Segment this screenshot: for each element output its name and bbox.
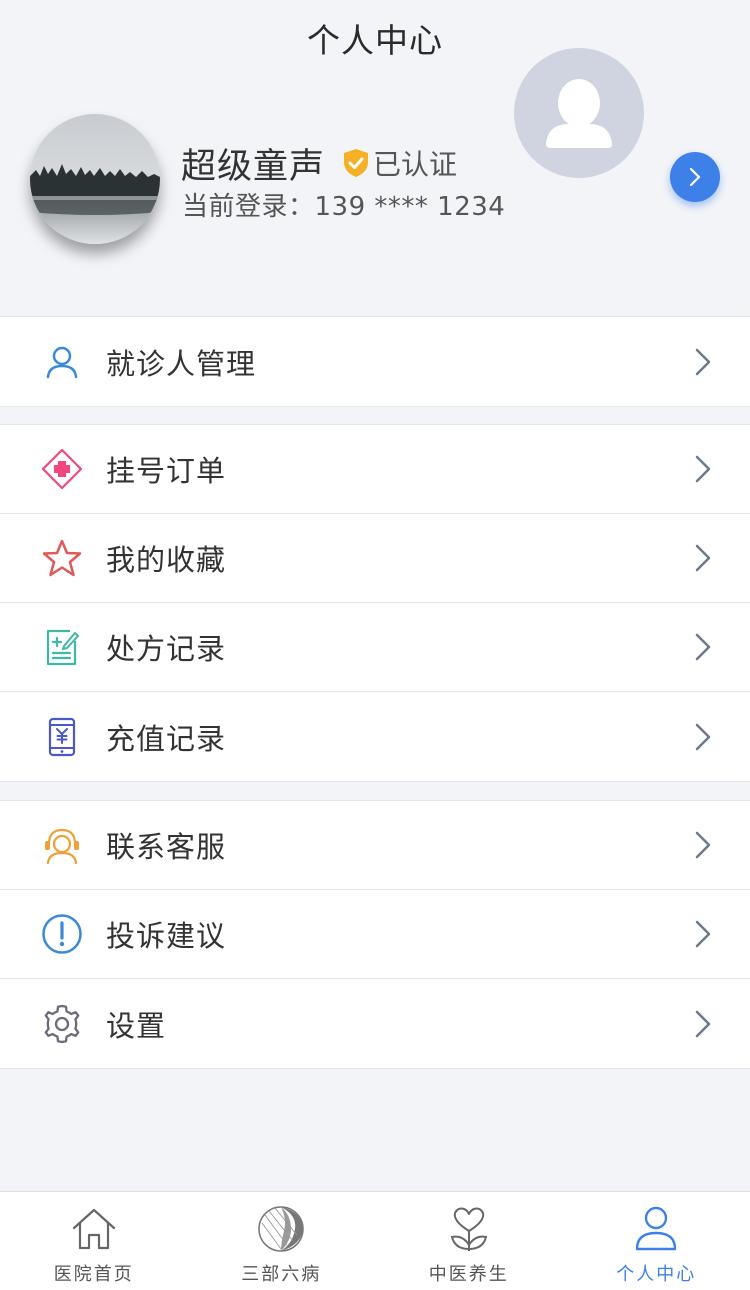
user-name: 超级童声 — [181, 147, 326, 187]
verified-label: 已认证 — [373, 148, 458, 181]
menu-group-records: 挂号订单 我的收藏 处方记录 充值记录 — [0, 424, 750, 782]
menu-item-label: 投诉建议 — [106, 919, 227, 953]
chevron-right-icon — [695, 544, 711, 572]
menu-item-complaints[interactable]: 投诉建议 — [0, 890, 750, 979]
chevron-right-icon — [695, 920, 711, 948]
menu-item-prescriptions[interactable]: 处方记录 — [0, 603, 750, 692]
heart-plant-icon — [444, 1204, 494, 1254]
shield-check-icon — [344, 149, 368, 177]
person-placeholder-icon — [546, 79, 612, 148]
chevron-right-icon — [695, 455, 711, 483]
menu-item-label: 设置 — [106, 1008, 167, 1043]
personal-center-page: 个人中心 超级童声 已认证 当前登录：139 **** 1234 就诊人管理 挂… — [0, 0, 750, 1290]
page-title: 个人中心 — [307, 21, 443, 60]
tab-three-parts-six-diseases[interactable]: 三部六病 — [188, 1192, 376, 1290]
menu-item-label: 就诊人管理 — [106, 346, 257, 381]
tab-label: 三部六病 — [241, 1264, 322, 1285]
tab-label: 医院首页 — [53, 1264, 134, 1285]
person-icon — [631, 1204, 681, 1254]
menu-item-registration-orders[interactable]: 挂号订单 — [0, 425, 750, 514]
phone-yuan-icon — [40, 715, 84, 759]
menu-item-label: 处方记录 — [106, 632, 227, 666]
menu-group-support: 联系客服 投诉建议 设置 — [0, 800, 750, 1069]
avatar[interactable] — [30, 114, 160, 244]
chevron-right-icon — [689, 167, 701, 187]
bottom-tab-bar: 医院首页 三部六病 中医养生 个人中心 — [0, 1191, 750, 1290]
home-icon — [69, 1204, 119, 1254]
exclamation-icon — [40, 912, 84, 956]
menu-item-recharge-records[interactable]: 充值记录 — [0, 692, 750, 781]
medical-cross-icon — [40, 447, 84, 491]
gear-icon — [40, 1002, 84, 1046]
headset-icon — [40, 823, 84, 867]
login-info: 当前登录：139 **** 1234 — [182, 192, 506, 222]
prescription-icon — [40, 625, 84, 669]
menu-item-customer-service[interactable]: 联系客服 — [0, 801, 750, 890]
tab-label: 中医养生 — [428, 1264, 509, 1285]
profile-detail-button[interactable] — [670, 152, 720, 202]
chevron-right-icon — [695, 831, 711, 859]
tab-tcm-wellness[interactable]: 中医养生 — [375, 1192, 563, 1290]
chevron-right-icon — [695, 348, 711, 375]
menu-item-favorites[interactable]: 我的收藏 — [0, 514, 750, 603]
landscape-photo — [30, 114, 160, 244]
menu-group-patients: 就诊人管理 — [0, 316, 750, 407]
leaf-circle-icon — [256, 1204, 306, 1254]
star-icon — [40, 536, 84, 580]
user-icon — [40, 340, 84, 384]
chevron-right-icon — [695, 1010, 711, 1037]
menu-item-label: 充值记录 — [106, 721, 227, 756]
menu-item-settings[interactable]: 设置 — [0, 979, 750, 1068]
tab-personal-center[interactable]: 个人中心 — [563, 1192, 750, 1290]
verified-badge: 已认证 — [343, 146, 458, 181]
default-avatar[interactable] — [514, 48, 644, 178]
menu-item-label: 联系客服 — [106, 830, 227, 864]
tab-hospital-home[interactable]: 医院首页 — [0, 1192, 188, 1290]
menu-item-label: 挂号订单 — [106, 454, 227, 488]
tab-label: 个人中心 — [616, 1264, 697, 1285]
chevron-right-icon — [695, 723, 711, 750]
menu-item-patient-management[interactable]: 就诊人管理 — [0, 317, 750, 406]
menu-item-label: 我的收藏 — [106, 543, 227, 577]
chevron-right-icon — [695, 633, 711, 661]
